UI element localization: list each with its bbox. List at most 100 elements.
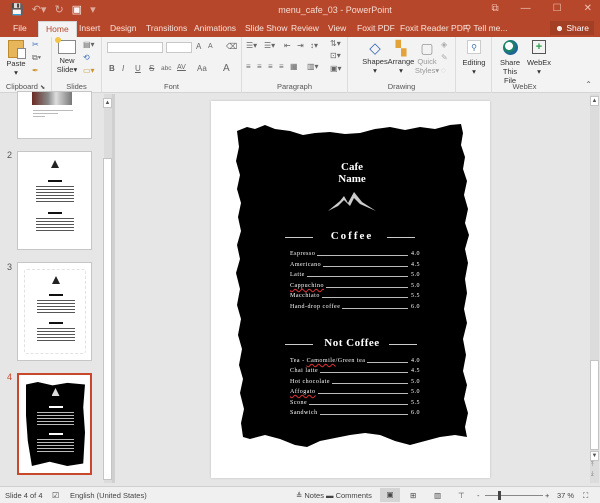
thumbnail-menu-preview	[36, 160, 74, 240]
thumbnail-scrollbar[interactable]: ▲	[103, 94, 112, 483]
tell-me-search[interactable]: ⚲ Tell me...	[465, 23, 507, 34]
scrollbar-thumb[interactable]	[590, 360, 599, 450]
new-slide-icon	[55, 37, 76, 54]
webex-button[interactable]: + WebEx ▾	[525, 40, 553, 76]
tab-home[interactable]: Home	[38, 21, 77, 38]
zoom-out-button[interactable]: -	[477, 491, 480, 500]
tab-foxit-reader-pdf[interactable]: Foxit Reader PDF	[400, 23, 468, 33]
language-indicator[interactable]: English (United States)	[70, 491, 147, 500]
smartart-icon[interactable]: ▣▾	[330, 64, 342, 73]
underline-button[interactable]: U	[135, 64, 141, 73]
scroll-up-button[interactable]: ▲	[590, 96, 599, 106]
spell-check-icon[interactable]: ☑	[52, 491, 59, 500]
title-bar: 💾 ↶▾ ↻ ▣ ▾ menu_cafe_03 - PowerPoint ⧉ —…	[0, 0, 600, 20]
shapes-button[interactable]: ◇ Shapes ▾	[362, 40, 388, 75]
clear-formatting-icon[interactable]: ⌫	[226, 42, 237, 51]
tab-design[interactable]: Design	[110, 23, 136, 33]
cut-icon[interactable]: ✂	[32, 40, 39, 49]
layout-icon[interactable]: ▤▾	[83, 40, 95, 49]
section-icon[interactable]: ▭▾	[83, 66, 95, 75]
slide-scrollbar[interactable]: ▲ ▼ ⤒ ⤓	[590, 94, 599, 483]
tab-file[interactable]: File	[13, 23, 27, 33]
tab-slide-show[interactable]: Slide Show	[245, 23, 288, 33]
line-spacing-icon[interactable]: ↕▾	[310, 41, 318, 50]
text-direction-icon[interactable]: ⇅▾	[330, 39, 341, 48]
slide-thumbnail-3[interactable]	[17, 262, 92, 361]
tab-transitions[interactable]: Transitions	[146, 23, 187, 33]
strikethrough-button[interactable]: S	[149, 64, 154, 73]
font-color-button[interactable]: A	[223, 63, 230, 74]
menu-item: Americano 4.5	[290, 262, 420, 268]
bullets-icon[interactable]: ☰▾	[246, 41, 257, 50]
notes-button[interactable]: ≜ Notes	[296, 491, 324, 500]
zoom-slider-handle[interactable]	[498, 491, 501, 500]
tab-insert[interactable]: Insert	[79, 23, 100, 33]
align-center-icon[interactable]: ≡	[257, 62, 262, 71]
align-right-icon[interactable]: ≡	[268, 62, 273, 71]
next-slide-icon[interactable]: ⤓	[591, 471, 594, 478]
ribbon-display-options-button[interactable]: ⧉	[492, 3, 499, 14]
quick-styles-button[interactable]: ▢ Quick Styles▾	[414, 40, 440, 75]
italic-button[interactable]: I	[122, 64, 124, 73]
minimize-button[interactable]: —	[521, 3, 531, 14]
paste-button[interactable]: Paste ▾	[5, 40, 27, 77]
numbering-icon[interactable]: ☰▾	[264, 41, 275, 50]
normal-view-button[interactable]: ▣	[380, 488, 400, 502]
shape-outline-icon[interactable]: ✎	[441, 53, 448, 62]
previous-slide-icon[interactable]: ⤒	[591, 462, 594, 469]
font-size-combo[interactable]	[166, 42, 192, 53]
distributed-icon[interactable]: ▦	[290, 62, 298, 71]
slide-thumbnail-1[interactable]	[17, 91, 92, 139]
format-painter-icon[interactable]: ✒	[32, 66, 39, 75]
collapse-ribbon-icon[interactable]: ⌃	[585, 80, 592, 89]
bold-button[interactable]: B	[109, 64, 115, 73]
scroll-up-button[interactable]: ▲	[103, 98, 112, 108]
character-spacing-button[interactable]: AV	[177, 64, 186, 71]
zoom-in-button[interactable]: +	[545, 491, 549, 500]
fit-to-window-button[interactable]: ⛶	[583, 491, 588, 501]
new-slide-button[interactable]: New Slide▾	[55, 37, 79, 74]
tab-animations[interactable]: Animations	[194, 23, 236, 33]
increase-indent-icon[interactable]: ⇥	[297, 41, 304, 50]
align-text-icon[interactable]: ⊡▾	[330, 51, 341, 60]
paragraph-group-label: Paragraph	[276, 82, 313, 91]
tab-review[interactable]: Review	[291, 23, 319, 33]
grow-font-icon[interactable]: A	[196, 42, 201, 51]
slide-canvas[interactable]: Cafe Name Coffee Espresso 4.0 Americano 4.…	[211, 101, 490, 478]
slide-sorter-button[interactable]: ⊞	[410, 491, 416, 500]
slide-thumbnail-4[interactable]	[17, 373, 92, 475]
ribbon: Paste ▾ ✂ ⧉▾ ✒ Clipboard ⬊ New Slide▾ ▤▾ ⟲…	[0, 37, 600, 93]
slide-indicator: Slide 4 of 4	[5, 491, 43, 500]
arrange-icon: ▚	[395, 40, 407, 56]
tab-foxit-pdf[interactable]: Foxit PDF	[357, 23, 395, 33]
scrollbar-thumb[interactable]	[103, 158, 112, 480]
shrink-font-icon[interactable]: A	[208, 43, 213, 50]
zoom-level[interactable]: 37 %	[557, 491, 574, 500]
slide-thumbnail-2[interactable]	[17, 151, 92, 250]
ribbon-tabs: File Home Insert Design Transitions Anim…	[0, 20, 600, 38]
copy-icon[interactable]: ⧉▾	[32, 53, 41, 63]
share-button[interactable]: ☻ Share	[549, 21, 594, 35]
arrange-button[interactable]: ▚ Arrange ▾	[387, 40, 415, 75]
change-case-button[interactable]: Aa	[197, 64, 207, 73]
text-shadow-button[interactable]: abc	[161, 65, 171, 72]
font-group-label: Font	[163, 82, 179, 91]
decrease-indent-icon[interactable]: ⇤	[284, 41, 291, 50]
justify-icon[interactable]: ≡	[279, 62, 284, 71]
shape-fill-icon[interactable]: ◈	[441, 40, 447, 49]
scroll-down-button[interactable]: ▼	[590, 451, 599, 461]
share-this-file-button[interactable]: Share This File	[496, 40, 524, 85]
maximize-button[interactable]: ☐	[553, 3, 562, 14]
columns-icon[interactable]: ▥▾	[307, 62, 319, 71]
reset-icon[interactable]: ⟲	[83, 53, 90, 62]
editing-button[interactable]: ⚲ Editing ▾	[460, 40, 488, 76]
shape-effects-icon[interactable]: ◌	[441, 66, 446, 75]
slideshow-view-button[interactable]: ⊤	[458, 491, 465, 500]
tab-view[interactable]: View	[328, 23, 346, 33]
align-left-icon[interactable]: ≡	[246, 62, 251, 71]
comments-button[interactable]: ▬ Comments	[326, 491, 372, 500]
font-name-combo[interactable]	[107, 42, 163, 53]
reading-view-button[interactable]: ▥	[434, 491, 441, 500]
close-button[interactable]: ✕	[584, 3, 592, 14]
zoom-slider[interactable]	[485, 491, 543, 500]
